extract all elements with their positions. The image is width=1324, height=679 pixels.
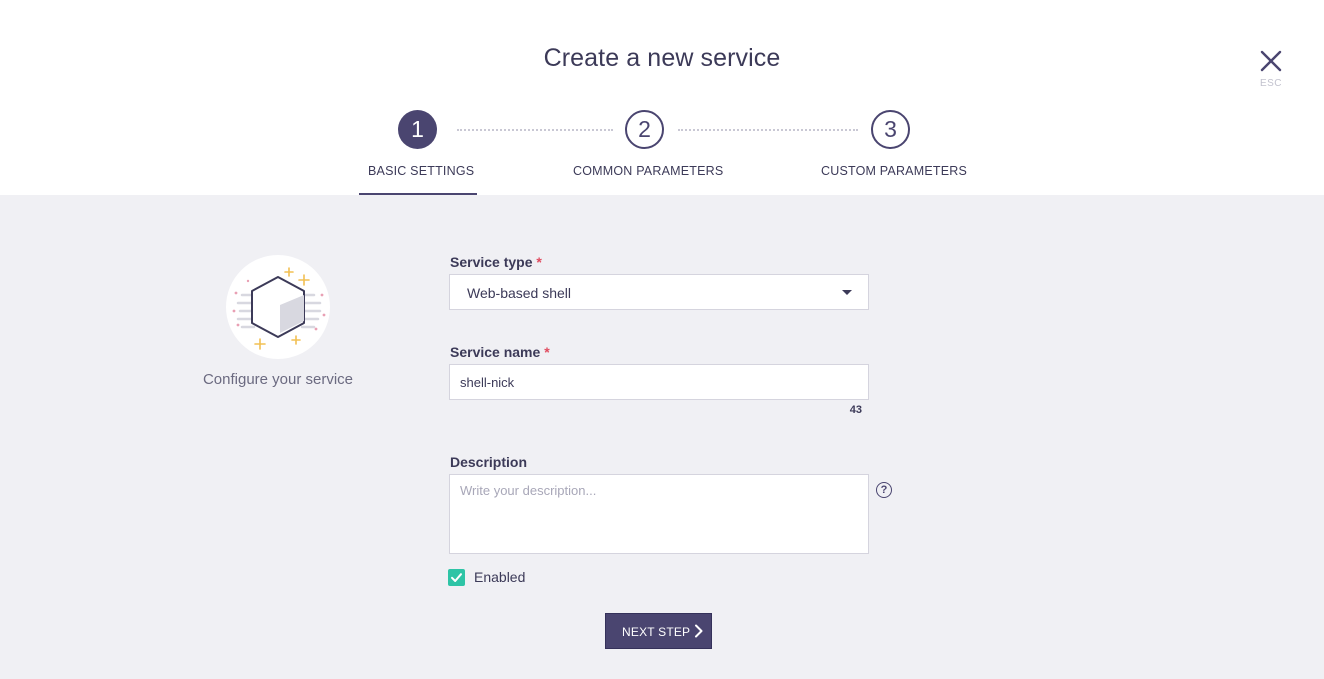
help-icon[interactable]: ? [876, 482, 892, 498]
next-step-label: NEXT STEP [622, 625, 691, 639]
service-type-value: Web-based shell [467, 285, 572, 301]
step-3-indicator[interactable]: 3 [871, 110, 910, 149]
enabled-checkbox[interactable] [448, 569, 465, 586]
description-label: Description [450, 454, 528, 470]
cube-icon [232, 267, 326, 350]
description-textarea[interactable] [449, 474, 869, 554]
caret-down-icon [842, 290, 852, 295]
service-name-label: Service name * [450, 344, 550, 360]
close-icon [1260, 50, 1282, 72]
service-name-input[interactable] [449, 364, 869, 400]
character-counter: 43 [849, 404, 862, 416]
page-title: Create a new service [543, 44, 781, 72]
required-mark: * [536, 254, 542, 270]
illustration-caption: Configure your service [202, 371, 354, 388]
required-mark: * [544, 344, 550, 360]
step-connector [457, 129, 613, 131]
service-illustration [226, 255, 330, 359]
service-type-label-text: Service type [450, 254, 533, 270]
esc-hint: ESC [1259, 78, 1283, 89]
tab-custom-parameters[interactable]: CUSTOM PARAMETERS [821, 164, 967, 178]
form-area [0, 195, 1324, 679]
service-name-label-text: Service name [450, 344, 541, 360]
wizard-header: Create a new service ESC 1 2 3 BASIC SET… [0, 0, 1324, 195]
service-type-select[interactable]: Web-based shell [449, 274, 869, 310]
enabled-label[interactable]: Enabled [474, 569, 525, 585]
close-button[interactable]: ESC [1252, 48, 1290, 92]
step-1-indicator[interactable]: 1 [398, 110, 437, 149]
chevron-right-icon [695, 624, 703, 638]
service-type-label: Service type * [450, 254, 542, 270]
tab-common-parameters[interactable]: COMMON PARAMETERS [573, 164, 723, 178]
checkmark-icon [451, 573, 462, 582]
step-2-indicator[interactable]: 2 [625, 110, 664, 149]
next-step-button[interactable]: NEXT STEP [605, 613, 712, 649]
step-connector [678, 129, 858, 131]
tab-basic-settings[interactable]: BASIC SETTINGS [368, 164, 474, 178]
